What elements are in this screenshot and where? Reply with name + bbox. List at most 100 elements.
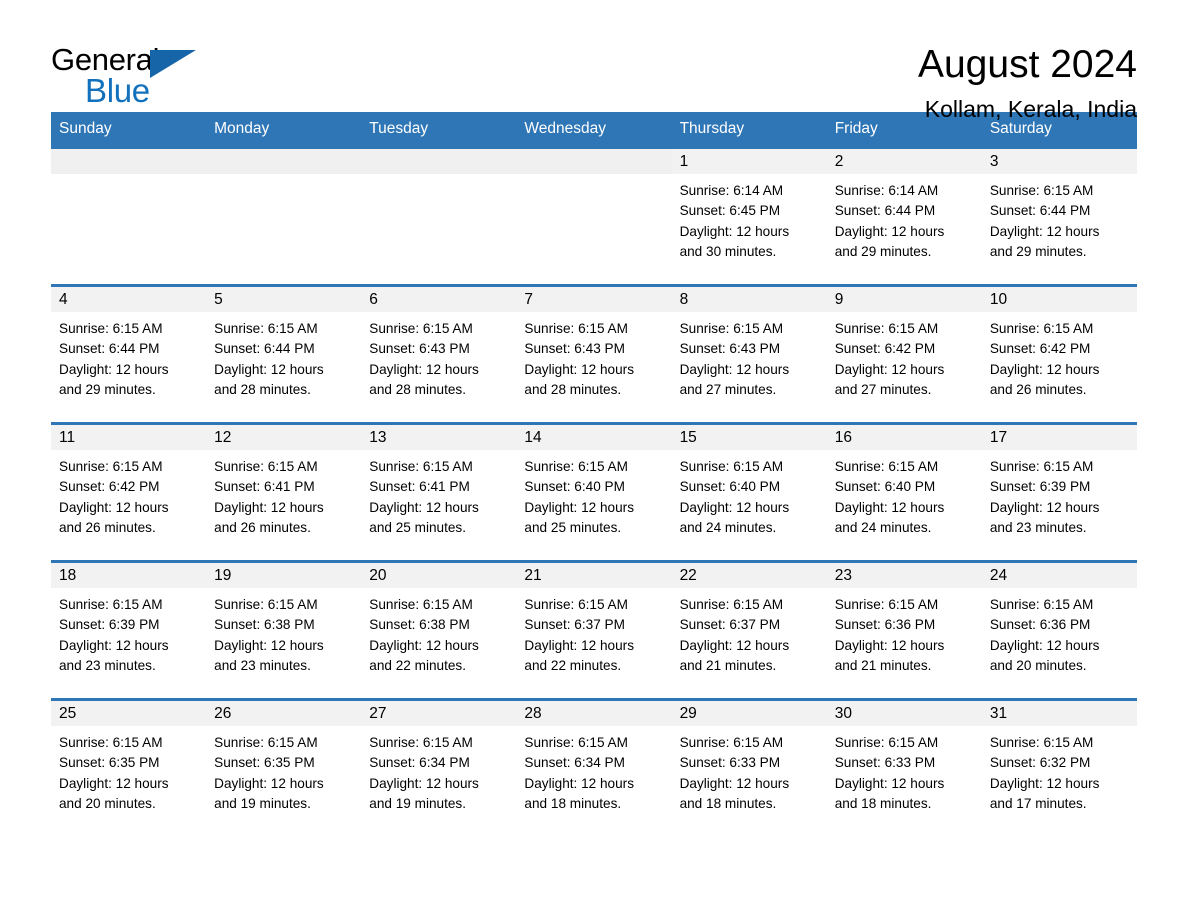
calendar-day-cell[interactable]: 20 Sunrise: 6:15 AM Sunset: 6:38 PM Dayligh…: [361, 561, 517, 700]
calendar-day-cell[interactable]: 11 Sunrise: 6:15 AM Sunset: 6:42 PM Dayligh…: [51, 423, 207, 562]
day-details: Sunrise: 6:15 AM Sunset: 6:41 PM Daylight:…: [361, 450, 516, 538]
sunset-text: Sunset: 6:39 PM: [989, 479, 1091, 495]
calendar-day-cell[interactable]: 15 Sunrise: 6:15 AM Sunset: 6:40 PM Dayligh…: [671, 423, 827, 562]
calendar-day-cell[interactable]: 26 Sunrise: 6:15 AM Sunset: 6:35 PM Dayligh…: [206, 699, 362, 836]
calendar-day-cell[interactable]: 3 Sunrise: 6:15 AM Sunset: 6:44 PM Daylight…: [981, 147, 1137, 286]
calendar-day-cell-empty: [361, 147, 517, 286]
day-details: Sunrise: 6:15 AM Sunset: 6:37 PM Daylight:…: [516, 588, 671, 676]
calendar-day-cell[interactable]: 18 Sunrise: 6:15 AM Sunset: 6:39 PM Dayligh…: [51, 561, 207, 700]
day-number: 9: [826, 287, 982, 312]
daylight-text-line2: and 22 minutes.: [524, 657, 622, 673]
sunrise-text: Sunrise: 6:15 AM: [679, 321, 784, 336]
sunset-text: Sunset: 6:34 PM: [369, 755, 470, 771]
day-details: Sunrise: 6:15 AM Sunset: 6:38 PM Daylight:…: [361, 588, 516, 676]
daylight-text-line2: and 19 minutes.: [214, 795, 311, 811]
sunrise-text: Sunrise: 6:15 AM: [59, 735, 163, 750]
sunset-text: Sunset: 6:42 PM: [989, 341, 1091, 357]
sunset-text: Sunset: 6:40 PM: [679, 479, 781, 495]
sunset-text: Sunset: 6:42 PM: [59, 479, 160, 495]
calendar-day-cell[interactable]: 21 Sunrise: 6:15 AM Sunset: 6:37 PM Dayligh…: [516, 561, 672, 700]
daylight-text-line1: Daylight: 12 hours: [834, 223, 945, 239]
day-details: Sunrise: 6:15 AM Sunset: 6:40 PM Daylight:…: [516, 450, 671, 538]
calendar-day-cell[interactable]: 30 Sunrise: 6:15 AM Sunset: 6:33 PM Dayligh…: [826, 699, 982, 836]
daylight-text-line1: Daylight: 12 hours: [679, 361, 790, 377]
day-details: Sunrise: 6:15 AM Sunset: 6:38 PM Daylight:…: [206, 588, 361, 676]
calendar-day-cell[interactable]: 19 Sunrise: 6:15 AM Sunset: 6:38 PM Dayligh…: [206, 561, 362, 700]
day-number: 2: [826, 149, 982, 174]
sunrise-text: Sunrise: 6:15 AM: [214, 735, 318, 750]
sunset-text: Sunset: 6:37 PM: [524, 617, 625, 633]
daylight-text-line1: Daylight: 12 hours: [214, 775, 324, 791]
day-details: Sunrise: 6:15 AM Sunset: 6:40 PM Daylight:…: [827, 450, 982, 538]
day-number: 5: [206, 287, 362, 312]
daylight-text-line1: Daylight: 12 hours: [524, 775, 634, 791]
calendar-day-cell[interactable]: 10 Sunrise: 6:15 AM Sunset: 6:42 PM Dayligh…: [981, 285, 1137, 424]
calendar-day-cell[interactable]: 2 Sunrise: 6:14 AM Sunset: 6:44 PM Daylight…: [826, 147, 982, 286]
sunrise-text: Sunrise: 6:15 AM: [989, 459, 1094, 474]
sunrise-text: Sunrise: 6:14 AM: [679, 183, 784, 198]
calendar-day-cell[interactable]: 23 Sunrise: 6:15 AM Sunset: 6:36 PM Dayligh…: [826, 561, 982, 700]
calendar-day-cell[interactable]: 6 Sunrise: 6:15 AM Sunset: 6:43 PM Daylight…: [361, 285, 517, 424]
sunrise-text: Sunrise: 6:15 AM: [59, 459, 163, 474]
daylight-text-line1: Daylight: 12 hours: [369, 361, 479, 377]
calendar-day-cell[interactable]: 12 Sunrise: 6:15 AM Sunset: 6:41 PM Dayligh…: [206, 423, 362, 562]
daylight-text-line2: and 23 minutes.: [59, 657, 156, 673]
calendar-week-row: 25 Sunrise: 6:15 AM Sunset: 6:35 PM Dayligh…: [51, 699, 1137, 836]
daylight-text-line2: and 26 minutes.: [989, 381, 1087, 397]
sunrise-text: Sunrise: 6:15 AM: [679, 735, 784, 750]
daylight-text-line2: and 30 minutes.: [679, 243, 777, 259]
calendar-day-cell[interactable]: 9 Sunrise: 6:15 AM Sunset: 6:42 PM Daylight…: [826, 285, 982, 424]
day-number: [361, 149, 517, 174]
day-number: 17: [981, 425, 1137, 450]
sunrise-text: Sunrise: 6:15 AM: [679, 597, 784, 612]
daylight-text-line2: and 27 minutes.: [834, 381, 932, 397]
calendar-day-cell[interactable]: 28 Sunrise: 6:15 AM Sunset: 6:34 PM Dayligh…: [516, 699, 672, 836]
calendar-day-cell[interactable]: 1 Sunrise: 6:14 AM Sunset: 6:45 PM Daylight…: [671, 147, 827, 286]
daylight-text-line1: Daylight: 12 hours: [989, 499, 1100, 515]
calendar-day-cell[interactable]: 13 Sunrise: 6:15 AM Sunset: 6:41 PM Dayligh…: [361, 423, 517, 562]
calendar-day-cell[interactable]: 25 Sunrise: 6:15 AM Sunset: 6:35 PM Dayligh…: [51, 699, 207, 836]
calendar-day-cell[interactable]: 7 Sunrise: 6:15 AM Sunset: 6:43 PM Daylight…: [516, 285, 672, 424]
sunrise-text: Sunrise: 6:15 AM: [679, 459, 784, 474]
daylight-text-line2: and 20 minutes.: [989, 657, 1087, 673]
sunrise-text: Sunrise: 6:15 AM: [369, 735, 473, 750]
daylight-text-line2: and 22 minutes.: [369, 657, 467, 673]
sunrise-text: Sunrise: 6:15 AM: [834, 459, 939, 474]
calendar-day-cell[interactable]: 31 Sunrise: 6:15 AM Sunset: 6:32 PM Dayligh…: [981, 699, 1137, 836]
calendar-day-cell[interactable]: 14 Sunrise: 6:15 AM Sunset: 6:40 PM Dayligh…: [516, 423, 672, 562]
day-number: 22: [671, 563, 827, 588]
daylight-text-line2: and 24 minutes.: [679, 519, 777, 535]
day-details: Sunrise: 6:15 AM Sunset: 6:34 PM Daylight:…: [361, 726, 516, 814]
sunrise-text: Sunrise: 6:14 AM: [834, 183, 939, 198]
calendar-day-cell[interactable]: 16 Sunrise: 6:15 AM Sunset: 6:40 PM Dayligh…: [826, 423, 982, 562]
calendar-day-cell[interactable]: 29 Sunrise: 6:15 AM Sunset: 6:33 PM Dayligh…: [671, 699, 827, 836]
day-number: 29: [671, 701, 827, 726]
day-details: Sunrise: 6:15 AM Sunset: 6:33 PM Daylight:…: [827, 726, 982, 814]
day-number: 4: [51, 287, 207, 312]
calendar-day-cell[interactable]: 22 Sunrise: 6:15 AM Sunset: 6:37 PM Dayligh…: [671, 561, 827, 700]
calendar-day-cell[interactable]: 4 Sunrise: 6:15 AM Sunset: 6:44 PM Daylight…: [51, 285, 207, 424]
sunrise-text: Sunrise: 6:15 AM: [989, 183, 1094, 198]
day-number: 30: [826, 701, 982, 726]
brand-logo[interactable]: General Blue: [51, 42, 199, 109]
calendar-day-cell[interactable]: 5 Sunrise: 6:15 AM Sunset: 6:44 PM Daylight…: [206, 285, 362, 424]
daylight-text-line2: and 23 minutes.: [214, 657, 311, 673]
sunset-text: Sunset: 6:35 PM: [214, 755, 315, 771]
calendar-day-cell[interactable]: 24 Sunrise: 6:15 AM Sunset: 6:36 PM Dayligh…: [981, 561, 1137, 700]
day-number: 12: [206, 425, 362, 450]
day-details: Sunrise: 6:15 AM Sunset: 6:44 PM Daylight:…: [206, 312, 361, 400]
daylight-text-line2: and 21 minutes.: [679, 657, 777, 673]
calendar-day-cell[interactable]: 8 Sunrise: 6:15 AM Sunset: 6:43 PM Daylight…: [671, 285, 827, 424]
daylight-text-line2: and 18 minutes.: [679, 795, 777, 811]
sunrise-text: Sunrise: 6:15 AM: [369, 321, 473, 336]
daylight-text-line2: and 24 minutes.: [834, 519, 932, 535]
calendar-day-cell[interactable]: 17 Sunrise: 6:15 AM Sunset: 6:39 PM Dayligh…: [981, 423, 1137, 562]
daylight-text-line1: Daylight: 12 hours: [989, 775, 1100, 791]
day-number: 1: [671, 149, 827, 174]
calendar-day-cell[interactable]: 27 Sunrise: 6:15 AM Sunset: 6:34 PM Dayligh…: [361, 699, 517, 836]
day-number: [516, 149, 672, 174]
sunrise-text: Sunrise: 6:15 AM: [989, 321, 1094, 336]
sunset-text: Sunset: 6:43 PM: [369, 341, 470, 357]
day-number: 13: [361, 425, 517, 450]
sunset-text: Sunset: 6:40 PM: [834, 479, 936, 495]
